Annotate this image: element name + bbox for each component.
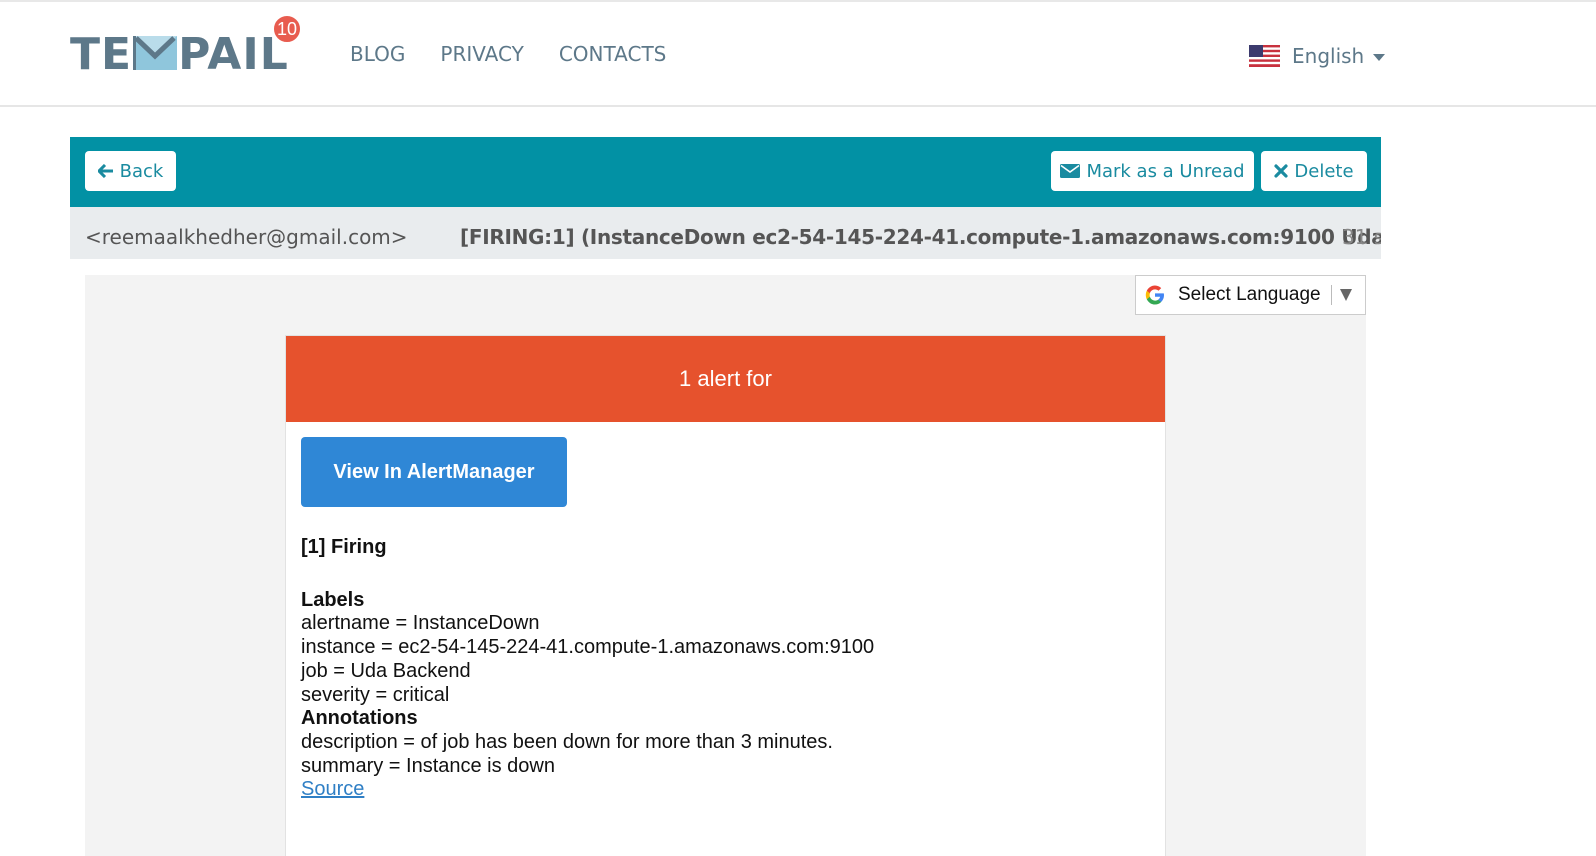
- google-icon: [1145, 285, 1164, 305]
- main-nav: BLOG PRIVACY CONTACTS: [350, 42, 666, 66]
- notification-badge[interactable]: 10: [272, 14, 302, 44]
- logo-text-right: PAIL: [178, 29, 289, 80]
- mark-unread-label: Mark as a Unread: [1086, 160, 1245, 182]
- nav-privacy[interactable]: PRIVACY: [440, 42, 523, 66]
- labels-heading: Labels: [301, 588, 365, 611]
- view-in-alertmanager-button[interactable]: View In AlertManager: [301, 437, 567, 507]
- dropdown-arrow-icon: [1339, 289, 1352, 301]
- back-label: Back: [119, 160, 164, 182]
- language-label: English: [1292, 44, 1365, 68]
- annotation-line: summary = Instance is down: [301, 754, 555, 777]
- annotations-heading: Annotations: [301, 707, 418, 730]
- label-line: severity = critical: [301, 683, 450, 706]
- close-icon: [1274, 164, 1289, 178]
- message-frame: Select Language 1 alert for View In Aler…: [85, 275, 1366, 856]
- nav-contacts[interactable]: CONTACTS: [559, 42, 667, 66]
- sender-address: <reemaalkhedher@gmail.com>: [85, 225, 408, 249]
- us-flag-icon: [1249, 45, 1280, 67]
- logo-text-left: TE: [70, 29, 133, 80]
- chevron-down-icon: [1373, 54, 1386, 61]
- source-link[interactable]: Source: [301, 778, 364, 800]
- language-selector[interactable]: English: [1249, 44, 1386, 68]
- email-content: 1 alert for View In AlertManager [1] Fir…: [285, 335, 1166, 856]
- delete-label: Delete: [1294, 160, 1354, 182]
- message-toolbar: Back Mark as a Unread Delete: [70, 137, 1381, 207]
- site-header: TE PAIL 10 BLOG PRIVACY CONTACTS English: [0, 0, 1596, 107]
- delete-button[interactable]: Delete: [1261, 151, 1367, 191]
- back-button[interactable]: Back: [85, 151, 176, 191]
- divider: [1330, 285, 1332, 305]
- label-line: job = Uda Backend: [301, 659, 471, 682]
- firing-title: [1] Firing: [301, 536, 387, 558]
- arrow-left-icon: [97, 164, 113, 178]
- alert-header: 1 alert for: [286, 336, 1165, 422]
- envelope-icon: [133, 36, 178, 70]
- message-subject-bar: <reemaalkhedher@gmail.com> [FIRING:1] (I…: [70, 207, 1381, 259]
- message-subject: [FIRING:1] (InstanceDown ec2-54-145-224-…: [460, 225, 1381, 249]
- message-time: 31 s: [1342, 225, 1381, 249]
- nav-blog[interactable]: BLOG: [350, 42, 405, 66]
- label-line: alertname = InstanceDown: [301, 612, 540, 635]
- annotation-line: description = of job has been down for m…: [301, 730, 833, 753]
- translate-label: Select Language: [1178, 284, 1321, 305]
- label-line: instance = ec2-54-145-224-41.compute-1.a…: [301, 636, 875, 659]
- tempail-logo[interactable]: TE PAIL: [70, 30, 289, 80]
- envelope-icon: [1060, 164, 1081, 178]
- google-translate-select[interactable]: Select Language: [1135, 275, 1366, 315]
- mark-unread-button[interactable]: Mark as a Unread: [1051, 151, 1254, 191]
- alert-details: [1] Firing Labels alertname = InstanceDo…: [301, 536, 1141, 802]
